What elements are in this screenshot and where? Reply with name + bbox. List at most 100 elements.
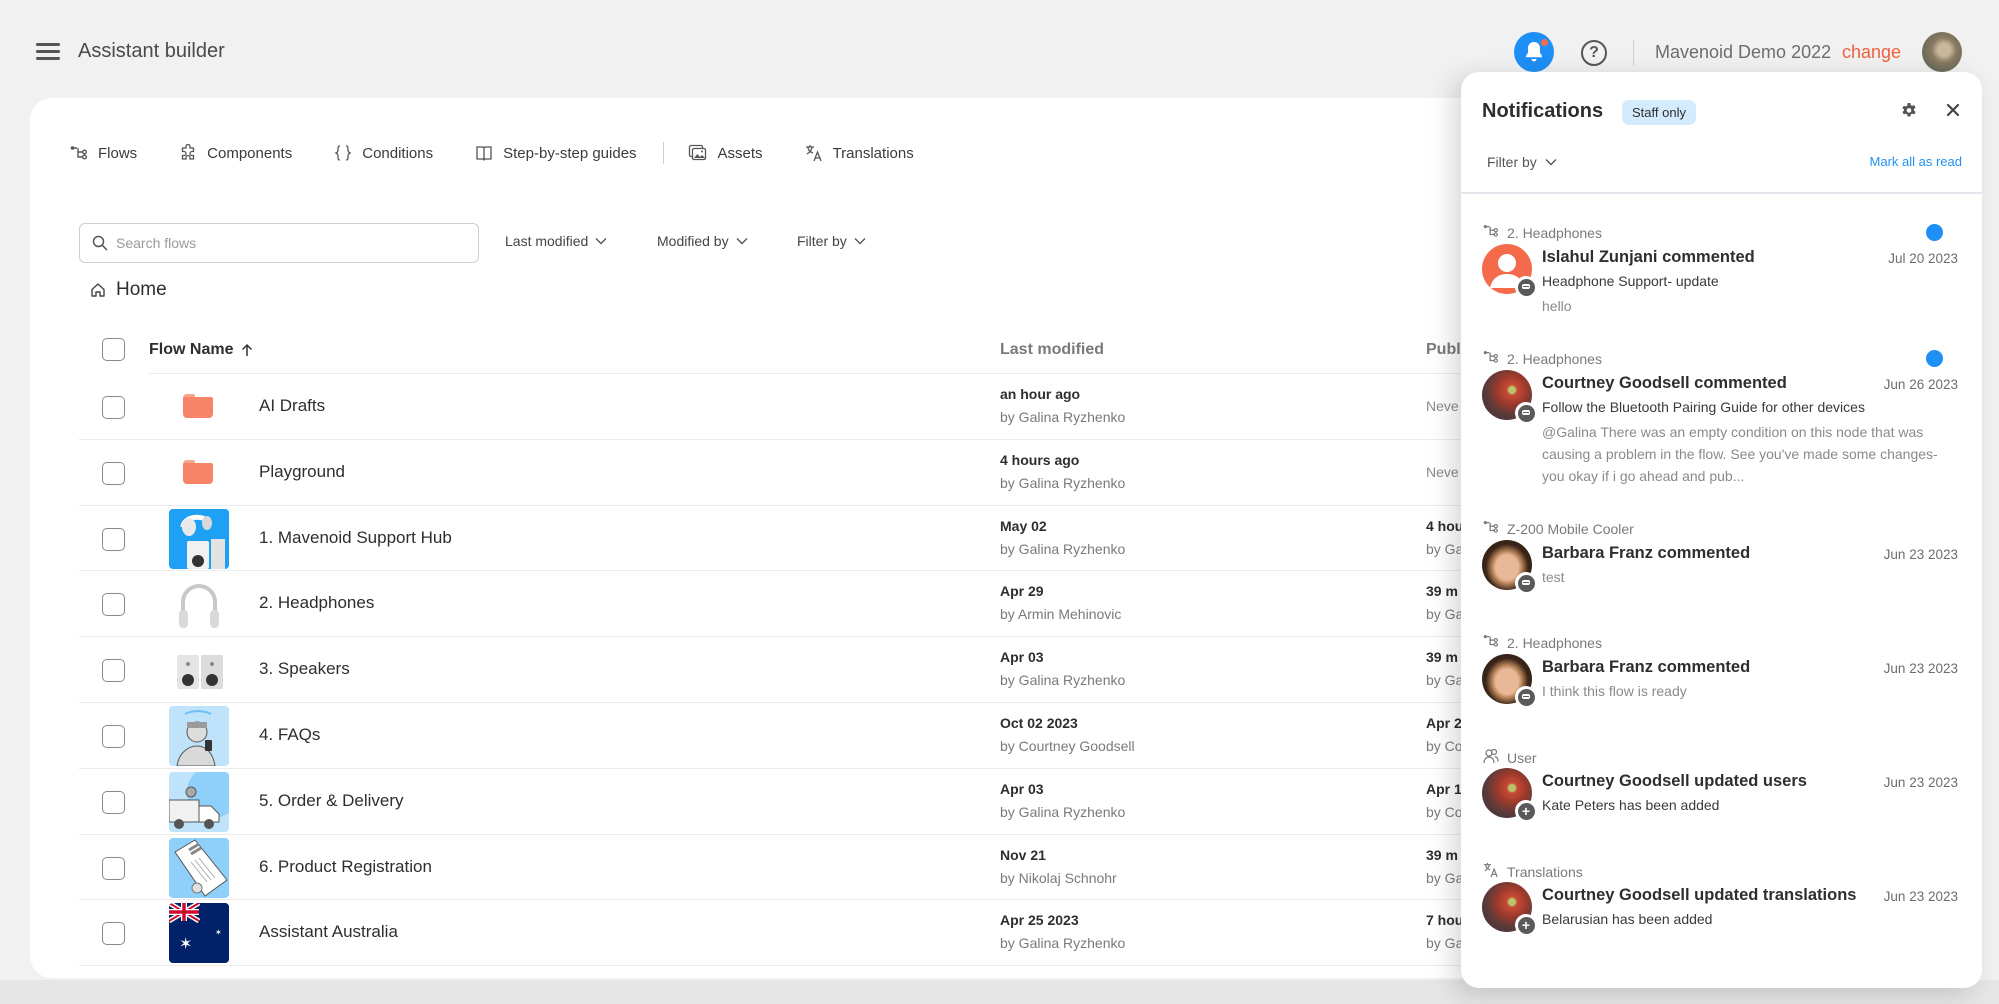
table-row[interactable]: AI Drafts an hour ago by Galina Ryzhenko Ne… — [79, 374, 1590, 440]
context-label: Z-200 Mobile Cooler — [1507, 520, 1634, 537]
tab-flows[interactable]: Flows — [70, 145, 137, 162]
flow-name[interactable]: 3. Speakers — [259, 659, 350, 679]
last-modified-by: by Courtney Goodsell — [1000, 737, 1135, 754]
dropdown-label: Filter by — [797, 233, 847, 249]
chevron-down-icon — [736, 238, 748, 245]
notification-title: Courtney Goodsell commented — [1542, 374, 1787, 392]
divider — [1461, 192, 1982, 194]
flow-thumbnail — [169, 640, 229, 701]
last-modified-by: by Armin Mehinovic — [1000, 606, 1122, 623]
row-checkbox[interactable] — [102, 790, 125, 814]
last-modified-time: Apr 25 2023 — [1000, 912, 1079, 929]
notification-date: Jun 23 2023 — [1883, 661, 1958, 676]
filter-label: Filter by — [1487, 154, 1537, 170]
last-modified-time: Apr 03 — [1000, 780, 1044, 797]
table-row[interactable]: 2. Headphones Apr 29 by Armin Mehinovic 39 … — [79, 571, 1590, 638]
column-flow-name[interactable]: Flow Name — [149, 341, 253, 359]
flow-name[interactable]: Assistant Australia — [259, 922, 398, 942]
user-avatar[interactable] — [1922, 32, 1962, 72]
row-checkbox[interactable] — [102, 922, 125, 946]
filter-by-dropdown[interactable]: Filter by — [797, 233, 866, 249]
notifications-filter-dropdown[interactable]: Filter by — [1487, 154, 1557, 170]
published-time: Apr 2 — [1426, 714, 1462, 731]
modified-by-dropdown[interactable]: Modified by — [657, 233, 748, 249]
notification-subtitle: Belarusian has been added — [1542, 911, 1713, 927]
flows-icon — [1483, 224, 1507, 241]
table-row[interactable]: 5. Order & Delivery Apr 03 by Galina Ryzhe… — [79, 769, 1590, 835]
flow-name[interactable]: 4. FAQs — [259, 725, 320, 745]
tab-assets[interactable]: Assets — [688, 144, 763, 162]
row-checkbox[interactable] — [102, 856, 125, 880]
tab-conditions[interactable]: Conditions — [334, 144, 433, 162]
select-all-checkbox[interactable] — [102, 338, 125, 361]
close-icon — [1946, 103, 1960, 117]
row-checkbox[interactable] — [102, 461, 125, 485]
table-row[interactable]: 1. Mavenoid Support Hub May 02 by Galina R… — [79, 506, 1590, 572]
flow-name[interactable]: AI Drafts — [259, 396, 325, 416]
chevron-down-icon — [854, 238, 866, 245]
flow-name[interactable]: 2. Headphones — [259, 593, 374, 613]
flows-icon — [1483, 520, 1507, 537]
unread-indicator[interactable] — [1926, 350, 1943, 367]
row-checkbox[interactable] — [102, 527, 125, 551]
last-modified-time: May 02 — [1000, 517, 1047, 534]
notification-date: Jul 20 2023 — [1888, 251, 1958, 266]
notification-context[interactable]: Translations — [1483, 862, 1583, 881]
images-icon — [688, 144, 706, 161]
tab-label: Assets — [717, 144, 763, 162]
published-time: 39 m — [1426, 583, 1458, 600]
last-modified-by: by Galina Ryzhenko — [1000, 474, 1126, 491]
published-time: 39 m — [1426, 846, 1458, 863]
table-row[interactable]: Playground 4 hours ago by Galina Ryzhenko N… — [79, 440, 1590, 506]
notification-context[interactable]: 2. Headphones — [1483, 634, 1602, 651]
svg-text:✶: ✶ — [179, 934, 192, 953]
notification-context[interactable]: Z-200 Mobile Cooler — [1483, 520, 1634, 537]
column-last-modified[interactable]: Last modified — [1000, 341, 1104, 359]
notifications-button[interactable] — [1514, 32, 1554, 72]
notification-context[interactable]: 2. Headphones — [1483, 350, 1602, 367]
last-modified-dropdown[interactable]: Last modified — [505, 233, 607, 249]
comment-icon — [1515, 572, 1537, 594]
notification-title: Barbara Franz commented — [1542, 544, 1751, 562]
table-row[interactable]: 6. Product Registration Nov 21 by Nikolaj … — [79, 835, 1590, 901]
flow-name[interactable]: 5. Order & Delivery — [259, 791, 404, 811]
home-icon — [91, 283, 105, 297]
flows-icon — [1483, 350, 1507, 367]
tab-label: Translations — [832, 144, 914, 162]
last-modified-by: by Galina Ryzhenko — [1000, 803, 1126, 820]
comment-icon — [1515, 276, 1537, 298]
tab-step-by-step-guides[interactable]: Step-by-step guides — [475, 144, 637, 162]
table-row[interactable]: 3. Speakers Apr 03 by Galina Ryzhenko 39 m b… — [79, 637, 1590, 703]
row-checkbox[interactable] — [102, 659, 125, 683]
last-modified-by: by Galina Ryzhenko — [1000, 672, 1126, 689]
row-checkbox[interactable] — [102, 396, 125, 419]
help-icon[interactable]: ? — [1581, 40, 1607, 66]
flows-table: Flow Name Last modified Publ AI Drafts an… — [79, 330, 1590, 967]
tab-translations[interactable]: Translations — [805, 144, 914, 162]
row-checkbox[interactable] — [102, 724, 125, 748]
flow-name[interactable]: Playground — [259, 462, 345, 482]
search-flows[interactable] — [79, 223, 479, 263]
flow-name[interactable]: 1. Mavenoid Support Hub — [259, 528, 452, 548]
close-button[interactable] — [1945, 102, 1961, 123]
notification-body: hello — [1542, 298, 1572, 314]
notification-title: Courtney Goodsell updated users — [1542, 772, 1807, 790]
breadcrumb-home[interactable]: Home — [116, 279, 167, 301]
column-published[interactable]: Publ — [1426, 341, 1461, 359]
notification-context[interactable]: 2. Headphones — [1483, 224, 1602, 241]
settings-button[interactable] — [1900, 102, 1918, 125]
published-by: by Co — [1426, 737, 1463, 754]
published-time: 4 hou — [1426, 517, 1464, 534]
unread-indicator[interactable] — [1926, 224, 1943, 241]
search-input[interactable] — [116, 235, 456, 251]
table-row[interactable]: 4. FAQs Oct 02 2023 by Courtney Goodsell Ap… — [79, 703, 1590, 769]
flow-name[interactable]: 6. Product Registration — [259, 857, 432, 877]
change-org-link[interactable]: change — [1842, 42, 1901, 63]
table-row[interactable]: ✶ ✶ Assistant Australia Apr 25 2023 by Galin… — [79, 900, 1590, 967]
organization-name: Mavenoid Demo 2022 — [1655, 42, 1832, 62]
mark-all-read-link[interactable]: Mark all as read — [1870, 154, 1962, 169]
row-checkbox[interactable] — [102, 593, 125, 617]
hamburger-icon[interactable] — [36, 43, 60, 61]
notification-context[interactable]: User — [1483, 748, 1537, 767]
tab-components[interactable]: Components — [179, 144, 292, 162]
